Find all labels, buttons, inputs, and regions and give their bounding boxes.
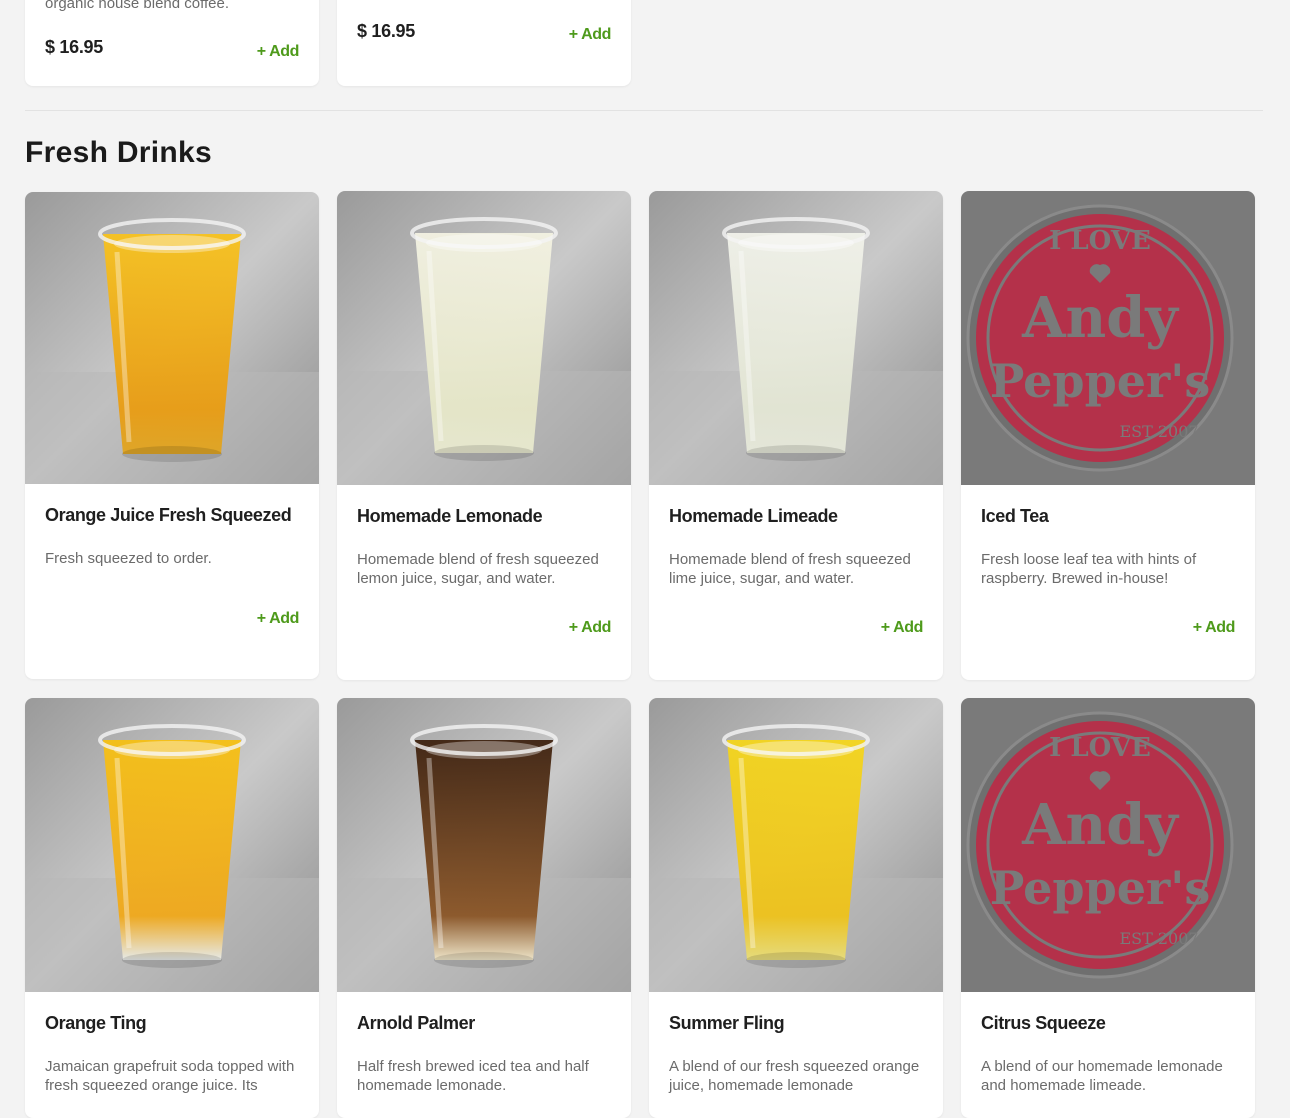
andy-peppers-logo-image: I LOVE Andy Pepper's EST 2007 xyxy=(961,698,1255,992)
menu-item-card[interactable]: Orange Juice Fresh Squeezed Fresh squeez… xyxy=(25,192,319,679)
drink-image xyxy=(337,698,631,992)
section-divider xyxy=(25,110,1263,111)
item-description: Homemade blend of fresh squeezed lime ju… xyxy=(669,551,911,587)
drink-image xyxy=(337,191,631,485)
item-name: Homemade Lemonade xyxy=(357,506,543,526)
andy-peppers-logo: I LOVE Andy Pepper's EST 2007 xyxy=(961,191,1255,485)
item-photo xyxy=(25,698,319,992)
add-button[interactable]: + Add xyxy=(1193,619,1236,637)
svg-text:I LOVE: I LOVE xyxy=(1049,733,1151,763)
menu-item-card[interactable]: Arnold Palmer Half fresh brewed iced tea… xyxy=(337,698,631,1118)
menu-item-card[interactable]: Orange Ting Jamaican grapefruit soda top… xyxy=(25,698,319,1118)
drink-image xyxy=(25,192,319,484)
item-photo xyxy=(25,192,319,484)
svg-text:I LOVE: I LOVE xyxy=(1049,226,1151,256)
svg-text:EST 2007: EST 2007 xyxy=(1119,422,1198,441)
item-photo xyxy=(649,191,943,485)
item-name: Homemade Limeade xyxy=(669,506,838,526)
drink-image xyxy=(649,698,943,992)
add-button[interactable]: + Add xyxy=(569,619,612,637)
item-description: Homemade blend of fresh squeezed lemon j… xyxy=(357,551,599,587)
item-name: Summer Fling xyxy=(669,1013,785,1033)
drink-image xyxy=(649,191,943,485)
svg-text:EST 2007: EST 2007 xyxy=(1119,929,1198,948)
menu-item-card[interactable]: organic house blend coffee. $ 16.95 + Ad… xyxy=(25,0,319,86)
menu-item-card[interactable]: Summer Fling A blend of our fresh squeez… xyxy=(649,698,943,1118)
add-button[interactable]: + Add xyxy=(569,26,612,44)
svg-text:Andy: Andy xyxy=(1021,285,1179,351)
item-description: A blend of our fresh squeezed orange jui… xyxy=(669,1058,920,1094)
item-name: Arnold Palmer xyxy=(357,1013,475,1033)
item-name: Iced Tea xyxy=(981,506,1049,526)
item-name: Citrus Squeeze xyxy=(981,1013,1106,1033)
item-photo xyxy=(649,698,943,992)
item-photo xyxy=(337,698,631,992)
item-price: $ 16.95 xyxy=(357,21,415,41)
add-button[interactable]: + Add xyxy=(881,619,924,637)
menu-item-card[interactable]: Homemade Limeade Homemade blend of fresh… xyxy=(649,191,943,680)
item-name: Orange Juice Fresh Squeezed xyxy=(45,505,292,525)
add-button[interactable]: + Add xyxy=(257,610,300,628)
andy-peppers-logo-image: I LOVE Andy Pepper's EST 2007 xyxy=(961,191,1255,485)
item-description: Fresh loose leaf tea with hints of raspb… xyxy=(981,551,1197,587)
item-name: Orange Ting xyxy=(45,1013,147,1033)
section-title: Fresh Drinks xyxy=(25,136,212,169)
menu-item-card[interactable]: Homemade Lemonade Homemade blend of fres… xyxy=(337,191,631,680)
item-photo xyxy=(337,191,631,485)
svg-text:Andy: Andy xyxy=(1021,792,1179,858)
item-description: Half fresh brewed iced tea and half home… xyxy=(357,1058,589,1094)
svg-text:Pepper's: Pepper's xyxy=(990,354,1210,408)
item-price: $ 16.95 xyxy=(45,37,103,57)
item-description: organic house blend coffee. xyxy=(45,0,230,12)
drink-image xyxy=(25,698,319,992)
item-description: A blend of our homemade lemonade and hom… xyxy=(981,1058,1223,1094)
menu-item-card[interactable]: I LOVE Andy Pepper's EST 2007 Citrus Squ… xyxy=(961,698,1255,1118)
item-description: Fresh squeezed to order. xyxy=(45,550,212,567)
menu-item-card[interactable]: $ 16.95 + Add xyxy=(337,0,631,86)
andy-peppers-logo: I LOVE Andy Pepper's EST 2007 xyxy=(961,698,1255,992)
svg-text:Pepper's: Pepper's xyxy=(990,861,1210,915)
menu-item-card[interactable]: I LOVE Andy Pepper's EST 2007 Iced Tea F… xyxy=(961,191,1255,680)
add-button[interactable]: + Add xyxy=(257,43,300,61)
item-description: Jamaican grapefruit soda topped with fre… xyxy=(45,1058,295,1094)
